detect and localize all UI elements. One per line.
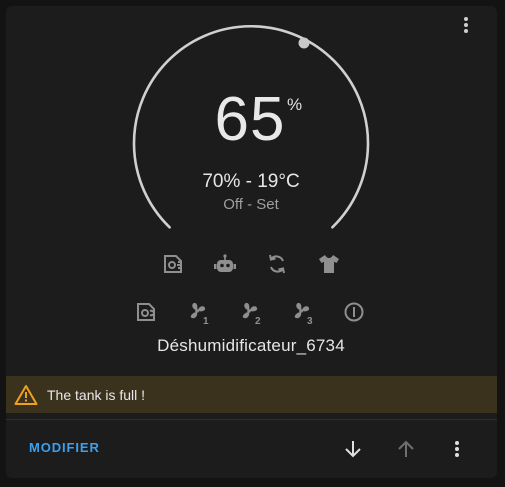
device-state: Off - Set xyxy=(223,196,279,213)
fan-2-label: 2 xyxy=(255,316,261,325)
gauge-handle[interactable] xyxy=(298,37,310,49)
fan-3-label: 3 xyxy=(307,316,313,325)
footer-divider xyxy=(6,419,497,420)
humidity-unit: % xyxy=(287,95,303,114)
robot-icon[interactable] xyxy=(210,249,240,279)
power-icon[interactable] xyxy=(339,297,369,327)
fan-1-label: 1 xyxy=(203,316,209,325)
device-name: Déshumidificateur_6734 xyxy=(157,336,345,355)
arrow-up-icon[interactable] xyxy=(393,436,419,462)
humidity-value: 65 xyxy=(214,85,286,154)
fan-1-icon[interactable]: 1 xyxy=(183,297,213,327)
arrow-down-icon[interactable] xyxy=(340,436,366,462)
modify-button[interactable]: MODIFIER xyxy=(29,440,100,455)
dehumidify-icon[interactable] xyxy=(158,249,188,279)
shirt-icon[interactable] xyxy=(314,249,344,279)
humidity-gauge[interactable] xyxy=(0,0,505,487)
alert-banner: The tank is full ! xyxy=(6,376,497,413)
fan-mode-icon[interactable] xyxy=(131,297,161,327)
footer-more-icon[interactable] xyxy=(444,436,470,462)
fan-3-icon[interactable]: 3 xyxy=(287,297,317,327)
cycle-icon[interactable] xyxy=(262,249,292,279)
fan-2-icon[interactable]: 2 xyxy=(235,297,265,327)
current-humidity-temperature: 70% - 19°C xyxy=(202,171,300,192)
alert-text: The tank is full ! xyxy=(47,386,146,403)
warning-icon xyxy=(14,383,38,407)
